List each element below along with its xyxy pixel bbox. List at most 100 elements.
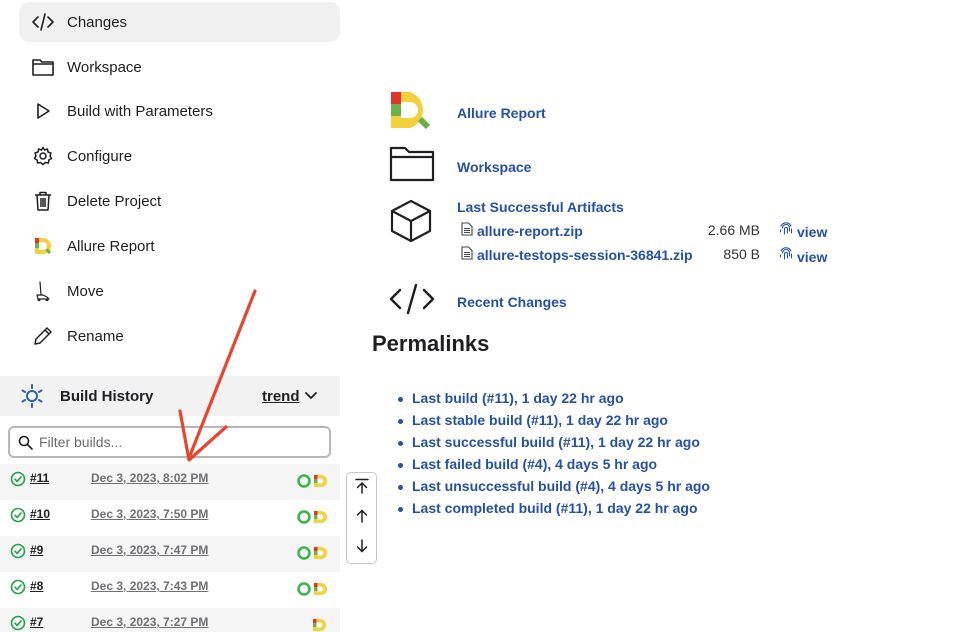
permalinks-title: Permalinks	[372, 331, 490, 356]
scroll-to-top-button[interactable]	[347, 473, 376, 503]
build-row[interactable]: #9 Dec 3, 2023, 7:47 PM	[0, 536, 340, 572]
fingerprint-icon[interactable]	[779, 221, 793, 242]
build-number-link[interactable]: #10	[30, 507, 50, 521]
view-link[interactable]: view	[797, 249, 827, 265]
arrow-to-top-icon	[354, 478, 369, 499]
build-date-link[interactable]: Dec 3, 2023, 7:50 PM	[91, 507, 208, 521]
sidebar-item-label: Delete Project	[67, 192, 162, 210]
gear-icon	[19, 146, 67, 166]
testops-badge-icon[interactable]	[296, 473, 312, 494]
scroll-down-button[interactable]	[347, 533, 376, 563]
scroll-up-button[interactable]	[347, 503, 376, 533]
folder-icon	[19, 58, 67, 76]
permalinks-list: Last build (#11), 1 day 22 hr ago Last s…	[398, 390, 710, 522]
allure-badge-icon[interactable]	[313, 509, 329, 530]
permalink-last-stable-build[interactable]: Last stable build (#11), 1 day 22 hr ago	[398, 412, 710, 434]
folder-icon	[388, 145, 457, 188]
allure-report-item: Allure Report	[388, 89, 546, 136]
permalink-last-failed-build[interactable]: Last failed build (#4), 4 days 5 hr ago	[398, 456, 710, 478]
trend-link[interactable]: trend	[262, 388, 300, 405]
allure-badge-icon[interactable]	[313, 473, 329, 494]
sidebar-item-move[interactable]: Move	[19, 271, 340, 311]
allure-report-link[interactable]: Allure Report	[457, 105, 546, 121]
build-row[interactable]: #7 Dec 3, 2023, 7:27 PM	[0, 608, 340, 632]
view-link[interactable]: view	[797, 224, 827, 240]
build-date-link[interactable]: Dec 3, 2023, 7:27 PM	[91, 615, 208, 629]
play-icon	[19, 102, 67, 120]
last-successful-artifacts-link[interactable]: Last Successful Artifacts	[457, 199, 624, 215]
recent-changes-item: Recent Changes	[388, 283, 567, 320]
success-check-icon	[10, 543, 26, 564]
permalink-last-build[interactable]: Last build (#11), 1 day 22 hr ago	[398, 390, 710, 412]
sidebar-item-label: Rename	[67, 327, 124, 345]
build-row[interactable]: #10 Dec 3, 2023, 7:50 PM	[0, 500, 340, 536]
filter-builds-field[interactable]	[8, 426, 331, 458]
build-date-link[interactable]: Dec 3, 2023, 8:02 PM	[91, 471, 208, 485]
artifact-size: 2.66 MB	[707, 222, 760, 238]
allure-icon	[19, 236, 67, 256]
success-check-icon	[10, 579, 26, 600]
code-icon	[388, 283, 457, 320]
testops-badge-icon[interactable]	[296, 509, 312, 530]
testops-badge-icon[interactable]	[296, 545, 312, 566]
artifact-row: allure-testops-session-36841.zip	[461, 245, 693, 265]
artifacts-item	[388, 198, 457, 249]
allure-badge-icon[interactable]	[313, 545, 329, 566]
code-icon	[19, 13, 67, 31]
build-history-scroll-controls	[346, 472, 377, 564]
build-number-link[interactable]: #8	[30, 579, 43, 593]
workspace-link[interactable]: Workspace	[457, 159, 531, 175]
sidebar-item-label: Move	[67, 282, 104, 300]
move-icon	[19, 281, 67, 301]
permalink-last-successful-build[interactable]: Last successful build (#11), 1 day 22 hr…	[398, 434, 710, 456]
filter-builds-input[interactable]	[39, 434, 309, 450]
sidebar-item-configure[interactable]: Configure	[19, 136, 340, 176]
artifact-size: 850 B	[723, 246, 760, 262]
sidebar-item-allure-report[interactable]: Allure Report	[19, 226, 340, 266]
build-row[interactable]: #11 Dec 3, 2023, 8:02 PM	[0, 464, 340, 500]
sidebar-item-delete-project[interactable]: Delete Project	[19, 181, 340, 221]
sidebar-item-rename[interactable]: Rename	[19, 316, 340, 356]
artifact-file-link[interactable]: allure-testops-session-36841.zip	[477, 247, 693, 263]
build-badges	[296, 509, 329, 530]
artifact-view[interactable]: view	[779, 221, 827, 242]
sidebar-item-build-with-parameters[interactable]: Build with Parameters	[19, 91, 340, 131]
artifact-view[interactable]: view	[779, 246, 827, 267]
chevron-down-icon[interactable]	[304, 388, 318, 407]
pencil-icon	[19, 326, 67, 346]
build-badges	[296, 473, 329, 494]
allure-badge-icon[interactable]	[313, 581, 329, 602]
sidebar-item-workspace[interactable]: Workspace	[19, 47, 340, 87]
build-row[interactable]: #8 Dec 3, 2023, 7:43 PM	[0, 572, 340, 608]
sidebar-item-label: Workspace	[67, 58, 142, 76]
build-date-link[interactable]: Dec 3, 2023, 7:43 PM	[91, 579, 208, 593]
success-check-icon	[10, 615, 26, 632]
build-number-link[interactable]: #11	[30, 471, 49, 485]
sidebar-item-changes[interactable]: Changes	[19, 2, 340, 42]
build-history-icon	[20, 384, 44, 413]
build-badges	[312, 617, 328, 632]
file-icon	[461, 245, 473, 265]
arrow-up-icon	[355, 509, 369, 528]
build-date-link[interactable]: Dec 3, 2023, 7:47 PM	[91, 543, 208, 557]
trash-icon	[19, 191, 67, 211]
file-icon	[461, 221, 473, 241]
build-number-link[interactable]: #9	[30, 543, 43, 557]
sidebar-item-label: Changes	[67, 13, 128, 31]
artifact-file-link[interactable]: allure-report.zip	[477, 223, 583, 239]
package-cube-icon	[388, 198, 457, 249]
sidebar-item-label: Build with Parameters	[67, 102, 213, 120]
sidebar-item-label: Allure Report	[67, 237, 155, 255]
build-badges	[296, 581, 329, 602]
artifact-row: allure-report.zip	[461, 221, 583, 241]
fingerprint-icon[interactable]	[779, 246, 793, 267]
permalink-last-unsuccessful-build[interactable]: Last unsuccessful build (#4), 4 days 5 h…	[398, 478, 710, 500]
allure-badge-icon[interactable]	[312, 617, 328, 632]
recent-changes-link[interactable]: Recent Changes	[457, 294, 567, 310]
permalink-last-completed-build[interactable]: Last completed build (#11), 1 day 22 hr …	[398, 500, 710, 522]
build-number-link[interactable]: #7	[30, 615, 43, 629]
sidebar-item-label: Configure	[67, 147, 133, 165]
testops-badge-icon[interactable]	[296, 581, 312, 602]
arrow-down-icon	[355, 538, 369, 558]
workspace-item: Workspace	[388, 145, 531, 188]
